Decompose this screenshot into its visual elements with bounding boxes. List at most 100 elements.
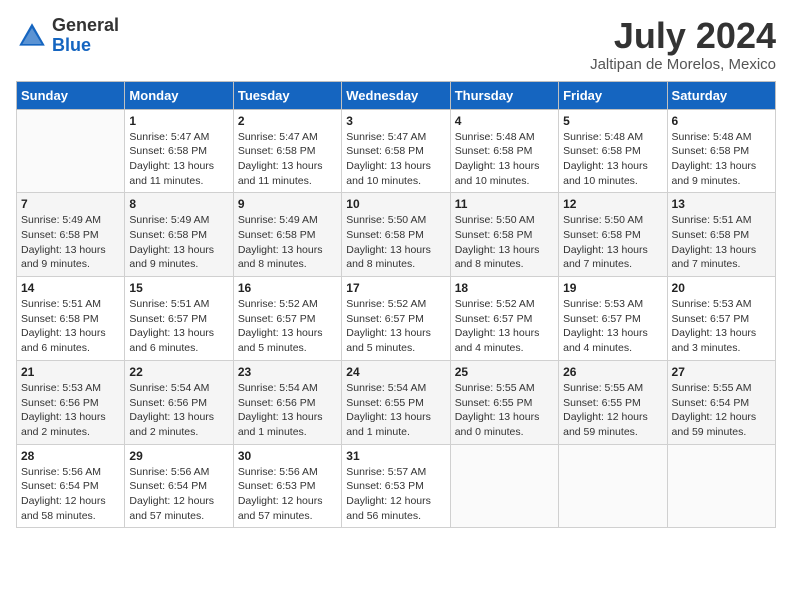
day-info: Sunrise: 5:53 AMSunset: 6:56 PMDaylight:… bbox=[21, 381, 120, 440]
calendar-cell: 26 Sunrise: 5:55 AMSunset: 6:55 PMDayligh… bbox=[559, 360, 667, 444]
col-header-friday: Friday bbox=[559, 81, 667, 109]
day-number: 5 bbox=[563, 114, 662, 128]
col-header-tuesday: Tuesday bbox=[233, 81, 341, 109]
day-number: 7 bbox=[21, 197, 120, 211]
day-info: Sunrise: 5:51 AMSunset: 6:58 PMDaylight:… bbox=[21, 297, 120, 356]
calendar-cell: 19 Sunrise: 5:53 AMSunset: 6:57 PMDayligh… bbox=[559, 277, 667, 361]
calendar-cell: 17 Sunrise: 5:52 AMSunset: 6:57 PMDayligh… bbox=[342, 277, 450, 361]
day-info: Sunrise: 5:52 AMSunset: 6:57 PMDaylight:… bbox=[455, 297, 554, 356]
calendar-cell: 22 Sunrise: 5:54 AMSunset: 6:56 PMDayligh… bbox=[125, 360, 233, 444]
day-info: Sunrise: 5:55 AMSunset: 6:55 PMDaylight:… bbox=[563, 381, 662, 440]
day-number: 26 bbox=[563, 365, 662, 379]
calendar-cell: 16 Sunrise: 5:52 AMSunset: 6:57 PMDayligh… bbox=[233, 277, 341, 361]
day-info: Sunrise: 5:51 AMSunset: 6:58 PMDaylight:… bbox=[672, 213, 771, 272]
day-number: 16 bbox=[238, 281, 337, 295]
day-number: 20 bbox=[672, 281, 771, 295]
day-info: Sunrise: 5:47 AMSunset: 6:58 PMDaylight:… bbox=[346, 130, 445, 189]
day-number: 25 bbox=[455, 365, 554, 379]
day-number: 22 bbox=[129, 365, 228, 379]
day-number: 8 bbox=[129, 197, 228, 211]
day-number: 30 bbox=[238, 449, 337, 463]
calendar-cell: 15Sunrise: 5:51 AMSunset: 6:57 PMDayligh… bbox=[125, 277, 233, 361]
calendar-cell: 2 Sunrise: 5:47 AMSunset: 6:58 PMDaylight… bbox=[233, 109, 341, 193]
calendar-cell: 13 Sunrise: 5:51 AMSunset: 6:58 PMDayligh… bbox=[667, 193, 775, 277]
day-info: Sunrise: 5:49 AMSunset: 6:58 PMDaylight:… bbox=[129, 213, 228, 272]
day-number: 1 bbox=[129, 114, 228, 128]
day-info: Sunrise: 5:48 AMSunset: 6:58 PMDaylight:… bbox=[672, 130, 771, 189]
col-header-wednesday: Wednesday bbox=[342, 81, 450, 109]
calendar-cell: 3 Sunrise: 5:47 AMSunset: 6:58 PMDaylight… bbox=[342, 109, 450, 193]
day-info: Sunrise: 5:56 AMSunset: 6:54 PMDaylight:… bbox=[21, 465, 120, 524]
day-info: Sunrise: 5:57 AMSunset: 6:53 PMDaylight:… bbox=[346, 465, 445, 524]
week-row-4: 21 Sunrise: 5:53 AMSunset: 6:56 PMDayligh… bbox=[17, 360, 776, 444]
calendar-cell bbox=[667, 444, 775, 528]
day-number: 17 bbox=[346, 281, 445, 295]
week-row-1: 1 Sunrise: 5:47 AMSunset: 6:58 PMDaylight… bbox=[17, 109, 776, 193]
day-info: Sunrise: 5:56 AMSunset: 6:54 PMDaylight:… bbox=[129, 465, 228, 524]
logo-text: General Blue bbox=[52, 16, 119, 56]
logo-blue: Blue bbox=[52, 35, 91, 55]
calendar-cell: 24 Sunrise: 5:54 AMSunset: 6:55 PMDayligh… bbox=[342, 360, 450, 444]
calendar-cell: 5 Sunrise: 5:48 AMSunset: 6:58 PMDaylight… bbox=[559, 109, 667, 193]
day-number: 3 bbox=[346, 114, 445, 128]
calendar-cell: 12 Sunrise: 5:50 AMSunset: 6:58 PMDayligh… bbox=[559, 193, 667, 277]
calendar-cell: 1 Sunrise: 5:47 AMSunset: 6:58 PMDaylight… bbox=[125, 109, 233, 193]
col-header-sunday: Sunday bbox=[17, 81, 125, 109]
logo: General Blue bbox=[16, 16, 119, 56]
calendar-cell: 9Sunrise: 5:49 AMSunset: 6:58 PMDaylight… bbox=[233, 193, 341, 277]
day-info: Sunrise: 5:50 AMSunset: 6:58 PMDaylight:… bbox=[346, 213, 445, 272]
month-title: July 2024 bbox=[590, 16, 776, 56]
calendar-cell: 10Sunrise: 5:50 AMSunset: 6:58 PMDayligh… bbox=[342, 193, 450, 277]
day-info: Sunrise: 5:53 AMSunset: 6:57 PMDaylight:… bbox=[672, 297, 771, 356]
day-number: 12 bbox=[563, 197, 662, 211]
day-info: Sunrise: 5:55 AMSunset: 6:55 PMDaylight:… bbox=[455, 381, 554, 440]
title-block: July 2024 Jaltipan de Morelos, Mexico bbox=[590, 16, 776, 73]
day-info: Sunrise: 5:52 AMSunset: 6:57 PMDaylight:… bbox=[238, 297, 337, 356]
calendar-cell: 8 Sunrise: 5:49 AMSunset: 6:58 PMDaylight… bbox=[125, 193, 233, 277]
logo-general: General bbox=[52, 15, 119, 35]
day-number: 2 bbox=[238, 114, 337, 128]
calendar-cell bbox=[17, 109, 125, 193]
calendar-cell: 6Sunrise: 5:48 AMSunset: 6:58 PMDaylight… bbox=[667, 109, 775, 193]
week-row-2: 7 Sunrise: 5:49 AMSunset: 6:58 PMDaylight… bbox=[17, 193, 776, 277]
day-number: 31 bbox=[346, 449, 445, 463]
week-row-5: 28 Sunrise: 5:56 AMSunset: 6:54 PMDayligh… bbox=[17, 444, 776, 528]
location-subtitle: Jaltipan de Morelos, Mexico bbox=[590, 56, 776, 73]
col-header-saturday: Saturday bbox=[667, 81, 775, 109]
day-number: 4 bbox=[455, 114, 554, 128]
calendar-header-row: SundayMondayTuesdayWednesdayThursdayFrid… bbox=[17, 81, 776, 109]
calendar-cell: 18 Sunrise: 5:52 AMSunset: 6:57 PMDayligh… bbox=[450, 277, 558, 361]
calendar-cell: 29 Sunrise: 5:56 AMSunset: 6:54 PMDayligh… bbox=[125, 444, 233, 528]
col-header-thursday: Thursday bbox=[450, 81, 558, 109]
page-header: General Blue July 2024 Jaltipan de Morel… bbox=[16, 16, 776, 73]
week-row-3: 14 Sunrise: 5:51 AMSunset: 6:58 PMDayligh… bbox=[17, 277, 776, 361]
day-number: 19 bbox=[563, 281, 662, 295]
day-number: 18 bbox=[455, 281, 554, 295]
calendar-cell: 21 Sunrise: 5:53 AMSunset: 6:56 PMDayligh… bbox=[17, 360, 125, 444]
day-number: 13 bbox=[672, 197, 771, 211]
day-info: Sunrise: 5:50 AMSunset: 6:58 PMDaylight:… bbox=[563, 213, 662, 272]
day-number: 29 bbox=[129, 449, 228, 463]
day-number: 14 bbox=[21, 281, 120, 295]
day-info: Sunrise: 5:52 AMSunset: 6:57 PMDaylight:… bbox=[346, 297, 445, 356]
calendar-cell: 20 Sunrise: 5:53 AMSunset: 6:57 PMDayligh… bbox=[667, 277, 775, 361]
day-info: Sunrise: 5:53 AMSunset: 6:57 PMDaylight:… bbox=[563, 297, 662, 356]
day-number: 9 bbox=[238, 197, 337, 211]
day-number: 27 bbox=[672, 365, 771, 379]
calendar-cell: 31 Sunrise: 5:57 AMSunset: 6:53 PMDayligh… bbox=[342, 444, 450, 528]
day-info: Sunrise: 5:56 AMSunset: 6:53 PMDaylight:… bbox=[238, 465, 337, 524]
calendar-cell: 14 Sunrise: 5:51 AMSunset: 6:58 PMDayligh… bbox=[17, 277, 125, 361]
logo-icon bbox=[16, 20, 48, 52]
day-number: 21 bbox=[21, 365, 120, 379]
day-info: Sunrise: 5:54 AMSunset: 6:55 PMDaylight:… bbox=[346, 381, 445, 440]
day-info: Sunrise: 5:54 AMSunset: 6:56 PMDaylight:… bbox=[129, 381, 228, 440]
calendar-cell: 27 Sunrise: 5:55 AMSunset: 6:54 PMDayligh… bbox=[667, 360, 775, 444]
day-info: Sunrise: 5:47 AMSunset: 6:58 PMDaylight:… bbox=[238, 130, 337, 189]
day-info: Sunrise: 5:48 AMSunset: 6:58 PMDaylight:… bbox=[563, 130, 662, 189]
day-info: Sunrise: 5:55 AMSunset: 6:54 PMDaylight:… bbox=[672, 381, 771, 440]
day-number: 28 bbox=[21, 449, 120, 463]
calendar-cell: 7Sunrise: 5:49 AMSunset: 6:58 PMDaylight… bbox=[17, 193, 125, 277]
day-number: 15 bbox=[129, 281, 228, 295]
day-info: Sunrise: 5:47 AMSunset: 6:58 PMDaylight:… bbox=[129, 130, 228, 189]
day-number: 24 bbox=[346, 365, 445, 379]
